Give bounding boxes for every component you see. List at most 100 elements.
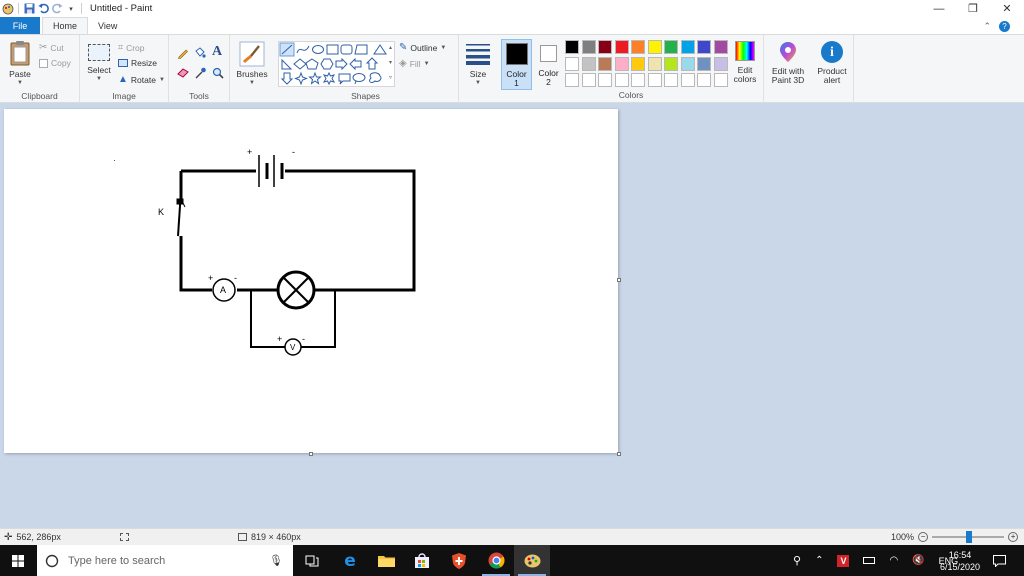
start-button[interactable]: [0, 545, 36, 576]
chevron-down-icon: ▼: [249, 80, 255, 86]
zoom-out-button[interactable]: −: [918, 532, 929, 542]
close-button[interactable]: ✕: [990, 0, 1024, 17]
shapes-scroll[interactable]: ▴ ▾ ▿: [386, 41, 395, 87]
color-swatch[interactable]: [647, 40, 662, 54]
maximize-button[interactable]: ❐: [956, 0, 990, 17]
rotate-icon: ▲: [118, 74, 128, 85]
edit-with-paint3d-button[interactable]: Edit with Paint 3D: [767, 41, 809, 85]
color-swatch[interactable]: [581, 73, 596, 87]
chevron-up-icon[interactable]: ⌃: [815, 555, 823, 566]
product-alert-label-2: alert: [823, 75, 841, 85]
minimize-button[interactable]: —: [922, 0, 956, 17]
color2-button[interactable]: Color 2: [533, 39, 564, 90]
color-swatch[interactable]: [581, 56, 596, 71]
color-swatch[interactable]: [598, 40, 612, 54]
select-button[interactable]: Select ▼: [85, 44, 113, 84]
color-swatch[interactable]: [647, 56, 662, 71]
resize-handle-right[interactable]: [617, 278, 621, 282]
paste-button[interactable]: Paste ▼: [6, 40, 34, 88]
size-button[interactable]: Size ▼: [463, 42, 493, 88]
color-swatch[interactable]: [565, 40, 579, 54]
rotate-button[interactable]: ▲ Rotate ▼: [118, 74, 165, 85]
color-swatch[interactable]: [647, 73, 662, 87]
antivirus-icon[interactable]: V: [837, 554, 850, 567]
color-swatch[interactable]: [598, 56, 612, 71]
taskbar-chrome[interactable]: [478, 545, 514, 576]
wifi-icon[interactable]: ◠: [889, 555, 898, 566]
color-swatch[interactable]: [631, 40, 645, 54]
volume-muted-icon[interactable]: 🔇: [912, 555, 924, 566]
color-swatch[interactable]: [713, 56, 728, 71]
color-swatch[interactable]: [664, 56, 678, 71]
customize-toolbar-icon[interactable]: ▾: [64, 2, 78, 16]
undo-icon[interactable]: [36, 2, 50, 16]
text-tool-icon[interactable]: A: [212, 44, 222, 60]
color-swatch[interactable]: [680, 40, 695, 54]
save-icon[interactable]: [22, 2, 36, 16]
help-icon[interactable]: ?: [999, 20, 1010, 32]
fill-bucket-icon[interactable]: [193, 47, 206, 61]
tab-file[interactable]: File: [0, 17, 40, 35]
color-swatch[interactable]: [680, 56, 695, 71]
color-swatch[interactable]: [697, 56, 711, 71]
zoom-in-button[interactable]: +: [1008, 532, 1019, 542]
edit-colors-button[interactable]: Edit colors: [730, 41, 760, 84]
crop-button[interactable]: ⌗ Crop: [118, 42, 145, 53]
brushes-button[interactable]: Brushes ▼: [235, 41, 269, 88]
microphone-icon[interactable]: 🎙: [269, 554, 283, 567]
product-alert-button[interactable]: i Product alert: [813, 41, 851, 85]
collapse-ribbon-icon[interactable]: ⌃: [983, 21, 991, 32]
outline-label: Outline: [410, 42, 438, 53]
resize-button[interactable]: Resize: [118, 58, 157, 68]
taskbar-security-app[interactable]: [441, 545, 477, 576]
color-swatch[interactable]: [664, 40, 678, 54]
pencil-icon[interactable]: [177, 47, 189, 61]
color-swatch[interactable]: [697, 73, 711, 87]
zoom-slider[interactable]: [932, 531, 1005, 543]
cut-button[interactable]: ✂ Cut: [39, 42, 64, 53]
zoom-slider-thumb[interactable]: [966, 531, 973, 543]
color-swatch[interactable]: [631, 73, 645, 87]
redo-icon[interactable]: [50, 2, 64, 16]
color-swatch[interactable]: [713, 40, 728, 54]
resize-handle-bottom[interactable]: [309, 452, 313, 456]
taskbar-edge[interactable]: e: [332, 545, 368, 576]
color-swatch[interactable]: [565, 73, 579, 87]
taskbar-paint[interactable]: [514, 545, 550, 576]
color-swatch[interactable]: [581, 40, 596, 54]
color-swatch[interactable]: [697, 40, 711, 54]
drawing-canvas[interactable]: K + - A + - V + -: [4, 109, 618, 453]
color-picker-icon[interactable]: [195, 67, 206, 81]
task-view-button[interactable]: [294, 545, 330, 576]
color-swatch[interactable]: [614, 40, 629, 54]
taskbar-search[interactable]: 🎙: [37, 545, 293, 576]
color-swatch[interactable]: [598, 73, 612, 87]
color-swatch[interactable]: [631, 56, 645, 71]
color-swatch[interactable]: [614, 73, 629, 87]
tab-home[interactable]: Home: [42, 17, 89, 35]
color1-button[interactable]: Color 1: [501, 39, 532, 90]
taskbar-store[interactable]: [404, 545, 440, 576]
taskbar-file-explorer[interactable]: [368, 545, 404, 576]
clipboard-group: Paste ▼ ✂ Cut Copy Clipboard: [0, 35, 80, 103]
fill-button[interactable]: ◈ Fill ▼: [399, 58, 430, 69]
battery-icon[interactable]: [863, 557, 876, 564]
magnifier-icon[interactable]: [212, 67, 224, 81]
eraser-icon[interactable]: [177, 68, 189, 80]
outline-button[interactable]: ✎ Outline ▼: [399, 42, 446, 53]
shield-icon: [452, 552, 466, 569]
search-input[interactable]: [68, 554, 268, 567]
color-swatch[interactable]: [713, 73, 728, 87]
clock[interactable]: 16:54 6/15/2020: [938, 545, 982, 576]
color-swatch[interactable]: [664, 73, 678, 87]
crop-label: Crop: [126, 42, 145, 53]
action-center-button[interactable]: [985, 545, 1013, 576]
color-swatch[interactable]: [614, 56, 629, 71]
people-icon[interactable]: ⚲: [793, 554, 801, 567]
title-bar: ▾ Untitled - Paint — ❐ ✕: [0, 0, 1024, 17]
color-swatch[interactable]: [565, 56, 579, 71]
color-swatch[interactable]: [680, 73, 695, 87]
resize-handle-corner[interactable]: [617, 452, 621, 456]
tab-view[interactable]: View: [88, 17, 127, 35]
copy-button[interactable]: Copy: [39, 58, 71, 68]
